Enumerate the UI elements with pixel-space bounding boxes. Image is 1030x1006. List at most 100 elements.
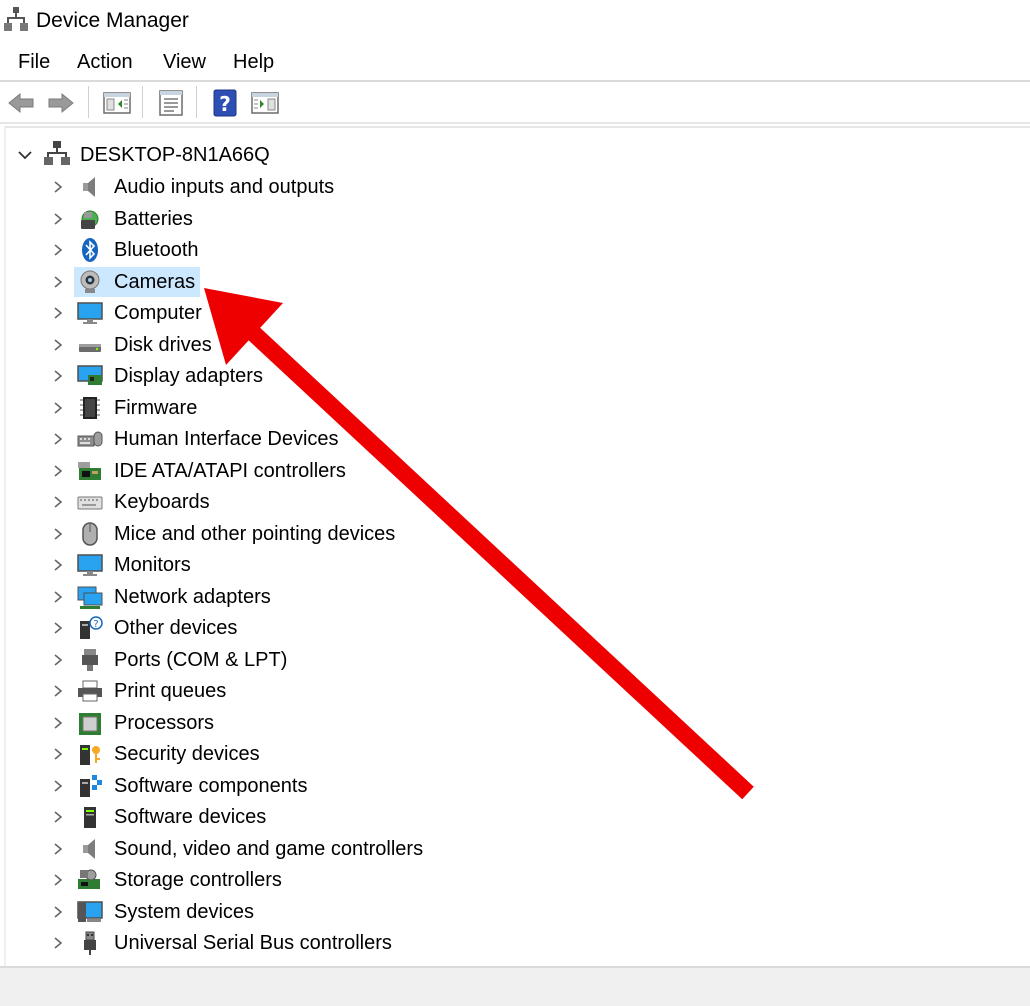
title-bar: Device Manager [0, 0, 1030, 40]
tree-item-label: Computer [114, 302, 202, 324]
storage-controller-icon [78, 869, 100, 889]
battery-icon [81, 210, 99, 229]
network-adapter-icon [77, 586, 103, 609]
help-icon[interactable]: ? [210, 88, 240, 118]
chevron-right-icon[interactable] [50, 526, 66, 542]
tree-item[interactable]: Print queues [6, 676, 566, 706]
tree-item[interactable]: Ports (COM & LPT) [6, 645, 566, 675]
tree-root[interactable]: DESKTOP-8N1A66Q [6, 138, 606, 168]
chevron-right-icon[interactable] [50, 557, 66, 573]
tree-item-label: Sound, video and game controllers [114, 837, 424, 860]
toolbar-separator [88, 86, 89, 118]
chevron-right-icon[interactable] [50, 463, 66, 479]
tree-item[interactable]: Sound, video and game controllers [6, 834, 566, 864]
tree-item[interactable]: System devices [6, 897, 566, 927]
monitor-icon [77, 554, 103, 576]
chip-icon [80, 396, 100, 419]
tree-item-label: Software components [114, 774, 308, 797]
chevron-right-icon[interactable] [50, 652, 66, 668]
printer-icon [78, 680, 102, 702]
tree-item[interactable]: Security devices [6, 739, 566, 769]
chevron-right-icon[interactable] [50, 179, 66, 195]
menu-help[interactable]: Help [233, 50, 274, 74]
tree-item[interactable]: Display adapters [6, 361, 566, 391]
tree-item[interactable]: Universal Serial Bus controllers [6, 928, 566, 958]
tree-root-label: DESKTOP-8N1A66Q [80, 144, 270, 166]
chevron-right-icon[interactable] [50, 589, 66, 605]
tree-item-label: Cameras [114, 270, 196, 293]
tree-item[interactable]: Software devices [6, 802, 566, 832]
menu-action[interactable]: Action [77, 50, 133, 74]
tree-item[interactable]: ? Other devices [6, 613, 566, 643]
chevron-right-icon[interactable] [50, 494, 66, 510]
tree-item-label: Audio inputs and outputs [114, 176, 335, 198]
tree-item[interactable]: Keyboards [6, 487, 566, 517]
tree-item[interactable]: Firmware [6, 393, 566, 423]
tree-item-label: Bluetooth [114, 239, 199, 261]
unknown-device-icon: ? [80, 616, 103, 639]
svg-text:?: ? [93, 619, 98, 630]
chevron-right-icon[interactable] [50, 809, 66, 825]
menu-view[interactable]: View [163, 50, 206, 74]
tree-item[interactable]: IDE ATA/ATAPI controllers [6, 456, 566, 486]
mouse-icon [82, 521, 98, 546]
tree-item[interactable]: Bluetooth [6, 235, 566, 265]
tree-item-label: Human Interface Devices [114, 428, 339, 450]
chevron-right-icon[interactable] [50, 778, 66, 794]
status-bar [0, 966, 1030, 1006]
device-manager-icon [4, 7, 28, 31]
back-icon[interactable] [6, 88, 36, 118]
tree-item[interactable]: Computer [6, 298, 566, 328]
tree-item-label: Processors [114, 711, 215, 734]
toolbar: ? [0, 82, 1030, 124]
chevron-right-icon[interactable] [50, 935, 66, 951]
tree-item[interactable]: Software components [6, 771, 566, 801]
chevron-down-icon[interactable] [16, 146, 34, 164]
window-title: Device Manager [36, 9, 189, 32]
tree-item-label: Security devices [114, 743, 260, 765]
chevron-right-icon[interactable] [50, 715, 66, 731]
chevron-right-icon[interactable] [50, 620, 66, 636]
software-device-icon [84, 807, 96, 828]
tree-item[interactable]: Disk drives [6, 330, 566, 360]
bluetooth-icon [82, 238, 98, 262]
tree-item[interactable]: Cameras [6, 266, 566, 297]
chevron-right-icon[interactable] [50, 368, 66, 384]
show-hide-console-tree-icon[interactable] [102, 88, 132, 118]
chevron-right-icon[interactable] [50, 337, 66, 353]
tree-item-label: Ports (COM & LPT) [114, 648, 288, 671]
toolbar-separator [142, 86, 143, 118]
usb-icon [84, 931, 96, 955]
chevron-right-icon[interactable] [50, 904, 66, 920]
menu-file[interactable]: File [18, 50, 50, 74]
tree-item[interactable]: Storage controllers [6, 865, 566, 895]
speaker-icon [83, 838, 95, 859]
tree-item-label: Print queues [114, 680, 227, 702]
disk-drive-icon [79, 343, 101, 352]
chevron-right-icon[interactable] [50, 400, 66, 416]
chevron-right-icon[interactable] [50, 683, 66, 699]
tree-item[interactable]: Audio inputs and outputs [6, 172, 566, 202]
tree-item[interactable]: Human Interface Devices [6, 424, 566, 454]
computer-root-icon [44, 141, 70, 165]
ide-controller-icon [78, 461, 101, 480]
chevron-right-icon[interactable] [50, 431, 66, 447]
properties-icon[interactable] [156, 88, 186, 118]
chevron-right-icon[interactable] [50, 305, 66, 321]
chevron-right-icon[interactable] [50, 242, 66, 258]
tree-item[interactable]: Network adapters [6, 582, 566, 612]
chevron-right-icon[interactable] [50, 872, 66, 888]
processor-icon [79, 712, 101, 735]
forward-icon[interactable] [46, 88, 76, 118]
chevron-right-icon[interactable] [50, 746, 66, 762]
tree-item[interactable]: Batteries [6, 204, 566, 234]
chevron-right-icon[interactable] [50, 841, 66, 857]
action-pane-icon[interactable] [250, 88, 280, 118]
chevron-right-icon[interactable] [50, 274, 66, 290]
tree-item[interactable]: Processors [6, 708, 566, 738]
tree-item[interactable]: Monitors [6, 550, 566, 580]
chevron-right-icon[interactable] [50, 211, 66, 227]
tree-item[interactable]: Mice and other pointing devices [6, 519, 566, 549]
tree-item-label: Keyboards [114, 491, 210, 513]
speaker-icon [83, 177, 95, 197]
